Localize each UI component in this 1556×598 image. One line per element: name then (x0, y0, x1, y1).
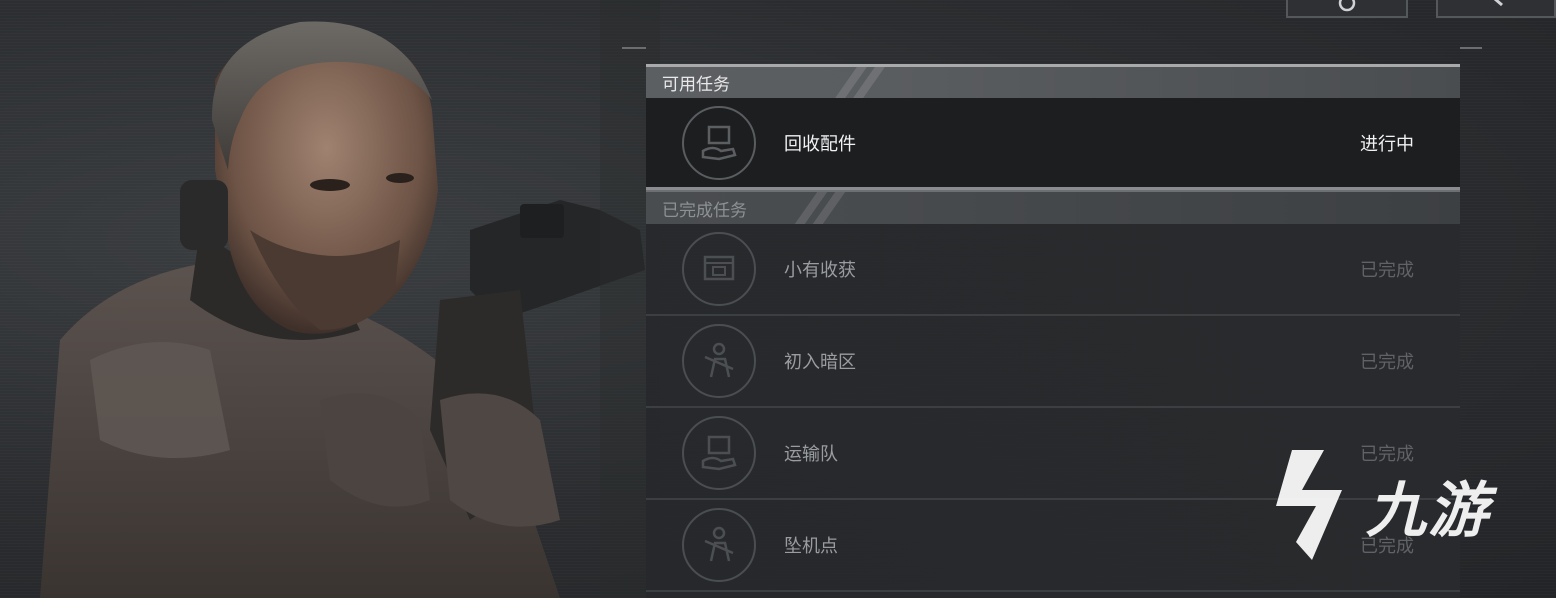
task-row-active[interactable]: 回收配件 进行中 (646, 98, 1460, 190)
search-button[interactable] (1436, 0, 1556, 18)
task-status: 已完成 (1360, 260, 1414, 281)
task-name: 回收配件 (784, 133, 856, 155)
task-status: 已完成 (1360, 352, 1414, 373)
watermark: 九游 (1262, 446, 1522, 564)
gear-icon (1335, 0, 1359, 20)
settings-button[interactable] (1286, 0, 1408, 18)
package-hand-icon (682, 105, 756, 180)
soldier-icon (682, 508, 756, 582)
decor-line-left (622, 47, 646, 49)
decor-line-right (1460, 47, 1482, 49)
jiuyou-logo-icon (1276, 450, 1342, 560)
available-tasks-title: 可用任务 (662, 75, 730, 95)
task-row[interactable]: 初入暗区 已完成 (646, 316, 1460, 408)
task-name: 初入暗区 (784, 352, 856, 373)
operator-portrait (40, 0, 660, 598)
task-screen: 可用任务 回收配件 进行中 已完成任务 小有收获 已完成 初入暗区 已完成 运输… (0, 0, 1556, 598)
completed-tasks-header: 已完成任务 (646, 190, 1460, 224)
search-icon (1482, 0, 1510, 20)
soldier-icon (682, 324, 756, 398)
task-name: 运输队 (784, 444, 838, 465)
completed-tasks-title: 已完成任务 (662, 200, 747, 221)
package-hand-icon (682, 416, 756, 490)
available-tasks-header: 可用任务 (646, 64, 1460, 98)
crate-icon (682, 232, 756, 306)
task-status: 进行中 (1360, 133, 1414, 155)
task-row[interactable]: 小有收获 已完成 (646, 224, 1460, 316)
watermark-text: 九游 (1366, 475, 1490, 546)
task-name: 坠机点 (784, 536, 838, 557)
task-name: 小有收获 (784, 260, 856, 281)
